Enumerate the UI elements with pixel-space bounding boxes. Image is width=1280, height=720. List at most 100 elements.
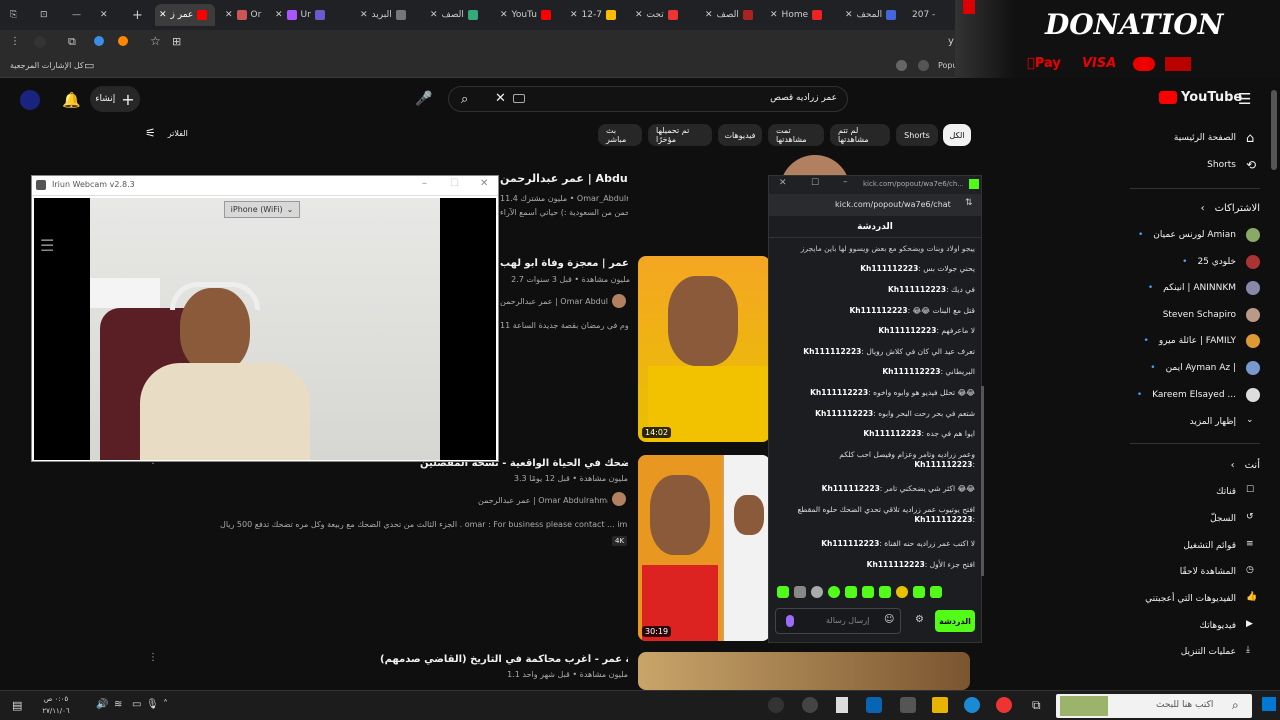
- chip-shorts[interactable]: Shorts: [896, 124, 938, 146]
- webcam-titlebar[interactable]: Iriun Webcam v2.8.3 – ☐ ✕: [32, 176, 498, 196]
- sidebar-item-your-channel[interactable]: قناتك ☐: [1130, 482, 1260, 502]
- filters-button[interactable]: ⚟ الفلاتر: [145, 126, 188, 140]
- emote-icon[interactable]: [777, 586, 789, 598]
- file-icon[interactable]: [836, 697, 848, 713]
- mic-icon[interactable]: 🎙: [146, 699, 159, 710]
- clear-search-icon[interactable]: ✕: [495, 91, 506, 106]
- sidebar-sub-item[interactable]: • Kareem Elsayed ...: [1130, 385, 1260, 405]
- search-bar[interactable]: ⌕ ✕ عمر زراديه قصص: [448, 86, 848, 112]
- chat-username[interactable]: Kh111112223: [810, 388, 868, 397]
- video-channel[interactable]: عمر عبدالرحمن | Omar Abdulrahman: [478, 496, 608, 505]
- task-view-icon[interactable]: ⧉: [1032, 698, 1041, 713]
- edge-icon[interactable]: [964, 697, 980, 713]
- sidebar-sub-item[interactable]: • خلودي 25: [1130, 252, 1260, 272]
- minimize-icon[interactable]: –: [422, 178, 427, 189]
- bookmark-star-icon[interactable]: ☆: [150, 34, 161, 48]
- chip-videos[interactable]: فيديوهات: [718, 124, 762, 146]
- extension-icon[interactable]: [94, 36, 104, 46]
- emote-icon[interactable]: [913, 586, 925, 598]
- tune-icon[interactable]: ⇅: [965, 198, 973, 208]
- profile-icon[interactable]: [34, 36, 46, 48]
- sidebar-item-shorts[interactable]: Shorts ⟲: [1130, 155, 1260, 175]
- chat-input[interactable]: إرسال رسالة ☺: [775, 608, 901, 634]
- chat-username[interactable]: Kh111112223: [849, 306, 907, 315]
- outlook-icon[interactable]: [866, 697, 882, 713]
- tab[interactable]: ✕ Or: [225, 4, 265, 26]
- sidebar-item-watch-later[interactable]: المشاهدة لاحقًا ◷: [1130, 562, 1260, 582]
- show-more-button[interactable]: إظهار المزيد ⌄: [1130, 412, 1260, 432]
- search-icon[interactable]: ⌕: [461, 92, 468, 107]
- close-icon[interactable]: ✕: [100, 4, 108, 26]
- chevron-up-icon[interactable]: ˄: [163, 699, 168, 710]
- close-icon[interactable]: ✕: [480, 178, 488, 189]
- hamburger-menu-icon[interactable]: ☰: [1238, 90, 1251, 108]
- sidebar-item-home[interactable]: الصفحة الرئيسية ⌂: [1130, 128, 1260, 148]
- network-icon[interactable]: ▭: [132, 699, 141, 710]
- maximize-icon[interactable]: ☐: [450, 178, 459, 189]
- video-thumbnail[interactable]: 14:02: [638, 256, 770, 442]
- youtube-logo[interactable]: YouTube: [1159, 90, 1242, 105]
- install-app-icon[interactable]: ⊞: [172, 35, 181, 48]
- chip-recently-uploaded[interactable]: تم تحميلها مؤخرًا: [648, 124, 712, 146]
- window-menu-icon[interactable]: ⎘: [10, 4, 17, 26]
- app-icon[interactable]: [768, 697, 784, 713]
- extension-icon[interactable]: [918, 60, 929, 71]
- tab[interactable]: ✕ الصف: [430, 4, 490, 26]
- menu-icon[interactable]: ☰: [40, 236, 54, 255]
- search-input[interactable]: عمر زراديه قصص: [770, 93, 837, 103]
- chat-username[interactable]: Kh111112223: [821, 539, 879, 548]
- tab[interactable]: ✕ الصف: [705, 4, 765, 26]
- more-options-icon[interactable]: ⋮: [148, 652, 158, 663]
- sidebar-sub-item[interactable]: Steven Schapiro: [1130, 305, 1260, 325]
- extension-icon[interactable]: [118, 36, 128, 46]
- new-tab-icon[interactable]: +: [132, 4, 143, 26]
- chat-username[interactable]: Kh111112223: [867, 560, 925, 569]
- emote-icon[interactable]: [896, 586, 908, 598]
- sidebar-sub-item[interactable]: • ايمن Ayman Az |: [1130, 358, 1260, 378]
- notifications-bell-icon[interactable]: 🔔: [62, 91, 81, 109]
- sidebar-item-downloads[interactable]: عمليات التنزيل ⤓: [1130, 642, 1260, 662]
- chat-username[interactable]: Kh111112223: [914, 460, 972, 469]
- chat-username[interactable]: Kh111112223: [815, 409, 873, 418]
- voice-search-mic-icon[interactable]: 🎤: [413, 86, 435, 112]
- emote-icon[interactable]: [879, 586, 891, 598]
- app-icon[interactable]: [802, 697, 818, 713]
- all-bookmarks-label[interactable]: كل الإشارات المرجعية: [10, 61, 84, 70]
- close-icon[interactable]: ✕: [779, 178, 787, 188]
- emote-icon[interactable]: [862, 586, 874, 598]
- avatar[interactable]: [20, 90, 40, 110]
- file-explorer-icon[interactable]: [932, 697, 948, 713]
- emote-icon[interactable]: [930, 586, 942, 598]
- chat-username[interactable]: Kh111112223: [888, 285, 946, 294]
- chat-username[interactable]: Kh111112223: [822, 484, 880, 493]
- emote-icon[interactable]: [811, 586, 823, 598]
- video-thumbnail[interactable]: [638, 652, 970, 690]
- chat-send-button[interactable]: الدردشة: [935, 610, 975, 632]
- emote-icon[interactable]: [794, 586, 806, 598]
- tab[interactable]: ✕ 12-7: [570, 4, 630, 26]
- minimize-icon[interactable]: –: [843, 177, 848, 187]
- windows-start-icon[interactable]: [1262, 697, 1276, 711]
- tab[interactable]: 207 -: [912, 4, 952, 26]
- tab[interactable]: ✕ YouTu: [500, 4, 560, 26]
- create-button[interactable]: إنشاء +: [90, 86, 140, 112]
- video-thumbnail[interactable]: 30:19: [638, 455, 770, 641]
- chip-unwatched[interactable]: لم تتم مشاهدتها: [830, 124, 890, 146]
- subscriptions-header[interactable]: ‹ الاشتراكات: [1130, 198, 1260, 218]
- channel-avatar[interactable]: [612, 492, 626, 506]
- sidebar-scrollbar[interactable]: [1271, 90, 1277, 170]
- tab[interactable]: ✕ المحف: [845, 4, 905, 26]
- device-select[interactable]: iPhone (WiFi) ⌄: [224, 201, 300, 218]
- video-title[interactable]: قصص عمر | معجزة وفاة أبو لهب: [500, 258, 630, 269]
- chrome-icon[interactable]: [996, 697, 1012, 713]
- maximize-icon[interactable]: ☐: [811, 178, 819, 188]
- sidebar-sub-item[interactable]: • لورنس عميان Amian: [1130, 225, 1260, 245]
- mic-icon[interactable]: [786, 615, 794, 627]
- emote-icon[interactable]: [828, 586, 840, 598]
- tab[interactable]: ✕ تحت: [635, 4, 695, 26]
- channel-avatar[interactable]: [612, 294, 626, 308]
- chip-all[interactable]: الكل: [943, 124, 971, 146]
- sidebar-sub-item[interactable]: • عائلة ميرو | FAMILY: [1130, 331, 1260, 351]
- more-menu-icon[interactable]: ⋮: [10, 36, 20, 47]
- sidebar-item-liked[interactable]: الفيديوهات التي أعجبتني 👍: [1130, 589, 1260, 609]
